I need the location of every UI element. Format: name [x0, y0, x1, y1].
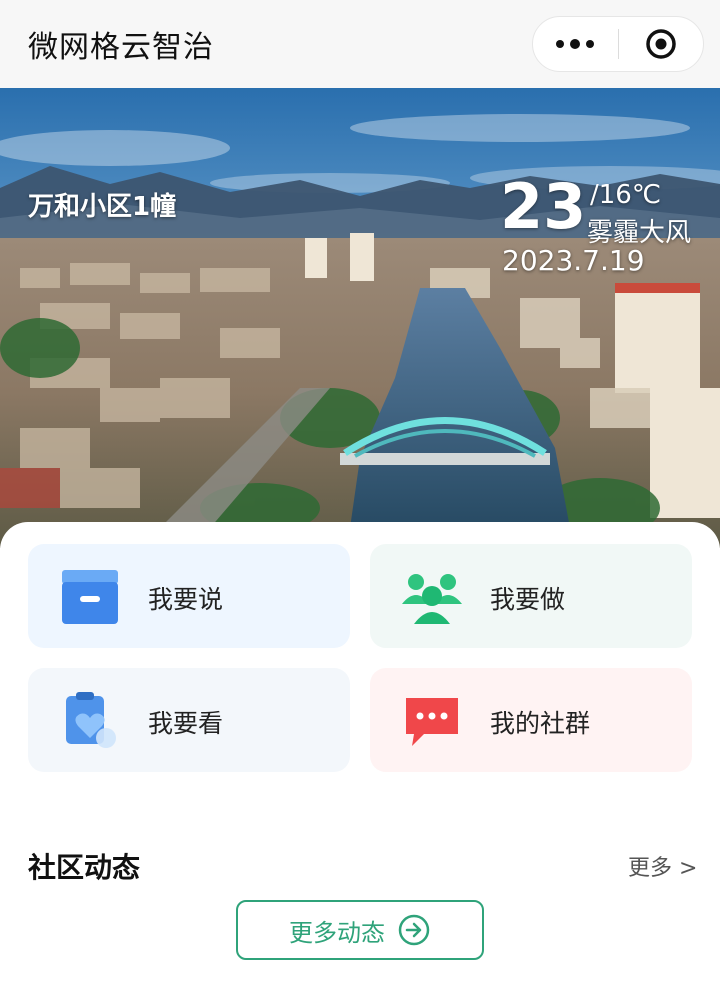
chat-bubble-icon [406, 698, 458, 746]
arrow-circle-right-icon [398, 914, 430, 946]
app-screen: 微网格云智治 万和小区1幢 23 /16℃ 雾霾大风 2023.7.19 我要说… [0, 0, 720, 984]
hero-banner: 万和小区1幢 23 /16℃ 雾霾大风 2023.7.19 [0, 88, 720, 548]
clipboard-heart-icon [66, 692, 116, 748]
action-label: 我要看 [148, 709, 224, 738]
group-icon [402, 574, 462, 624]
mini-program-capsule [532, 16, 704, 72]
action-view-card[interactable]: 我要看 [28, 668, 350, 772]
more-link[interactable]: 更多 > [628, 850, 697, 882]
inbox-icon [62, 570, 118, 624]
temperature-low: /16℃ [590, 180, 662, 210]
more-news-label: 更多动态 [289, 918, 385, 947]
more-dots-icon[interactable] [533, 17, 618, 71]
content-panel: 我要说 我要做 我要看 我的社群 社区动态 更多 > 更多动态 [0, 522, 720, 984]
action-do-card[interactable]: 我要做 [370, 544, 692, 648]
temperature: 23 [500, 170, 587, 243]
action-label: 我要做 [490, 585, 566, 614]
more-news-button[interactable]: 更多动态 [236, 900, 484, 960]
community-name: 万和小区1幢 [28, 192, 177, 222]
action-label: 我要说 [148, 585, 224, 614]
date-label: 2023.7.19 [502, 244, 645, 277]
nav-bar: 微网格云智治 [0, 0, 720, 88]
app-title: 微网格云智治 [28, 30, 214, 65]
city-aerial-image [0, 88, 720, 548]
action-speak-card[interactable]: 我要说 [28, 544, 350, 648]
target-icon[interactable] [619, 17, 704, 71]
action-community-card[interactable]: 我的社群 [370, 668, 692, 772]
action-label: 我的社群 [490, 709, 591, 738]
section-title: 社区动态 [28, 851, 141, 884]
